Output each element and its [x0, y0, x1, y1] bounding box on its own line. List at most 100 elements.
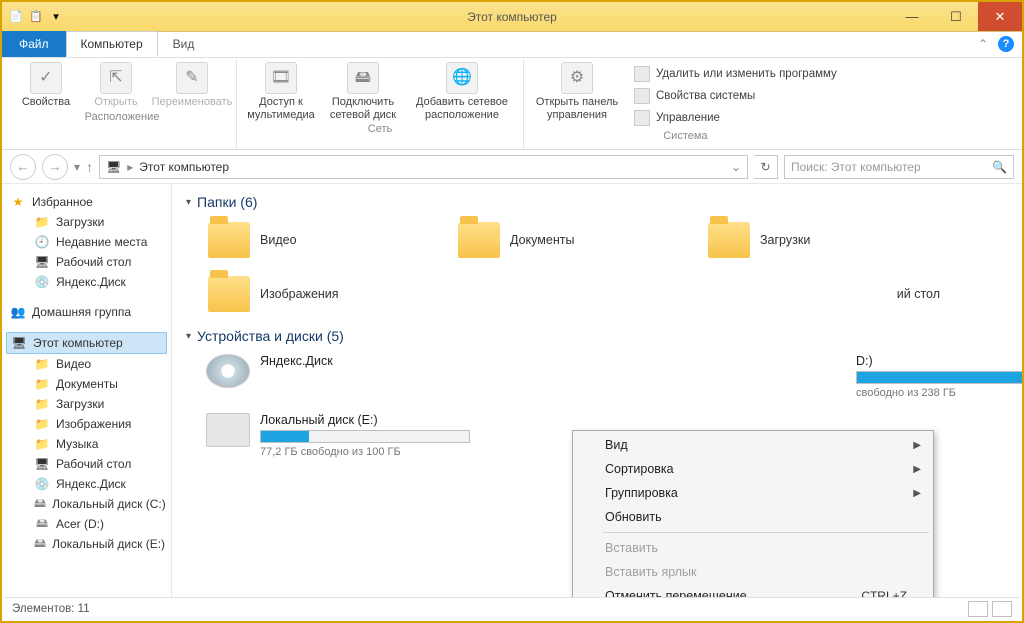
folder-video[interactable]: Видео — [204, 216, 444, 264]
folder-icon: 📁 — [34, 376, 50, 392]
context-menu: Вид▶ Сортировка▶ Группировка▶ Обновить В… — [572, 430, 934, 597]
desktop-icon: 🖥 — [34, 254, 50, 270]
drive-d-partial[interactable]: D:) свободно из 238 ГБ — [804, 350, 1022, 403]
tab-computer[interactable]: Компьютер — [66, 31, 158, 57]
rename-button[interactable]: ✎Переименовать — [154, 62, 230, 109]
folders-grid: Видео Документы Загрузки Изображения ий … — [204, 216, 1008, 318]
nav-local-e[interactable]: 🖴Локальный диск (E:) — [6, 534, 167, 554]
breadcrumb-root[interactable]: Этот компьютер — [139, 160, 229, 174]
chevron-right-icon: ▶ — [913, 440, 921, 451]
drive-yandex-disk[interactable]: Яндекс.Диск — [204, 350, 484, 403]
disk-icon: 💿 — [34, 274, 50, 290]
ctx-paste[interactable]: Вставить — [575, 536, 931, 560]
folder-documents[interactable]: Документы — [454, 216, 694, 264]
chevron-right-icon: ▸ — [127, 160, 133, 174]
minimize-button[interactable]: — — [890, 2, 934, 31]
content-pane[interactable]: ▾ Папки (6) Видео Документы Загрузки Изо… — [172, 184, 1022, 597]
group-label-location: Расположение — [85, 109, 160, 127]
folder-desktop-partial[interactable]: ий стол — [704, 270, 944, 318]
tiles-view-button[interactable] — [992, 601, 1012, 617]
folder-icon: 📁 — [34, 416, 50, 432]
maximize-button[interactable]: ☐ — [934, 2, 978, 31]
drives-section-header[interactable]: ▾ Устройства и диски (5) — [186, 328, 1008, 344]
nav-music[interactable]: 📁Музыка — [6, 434, 167, 454]
shortcut-label: CTRL+Z — [861, 589, 907, 597]
ctx-paste-shortcut[interactable]: Вставить ярлык — [575, 560, 931, 584]
ctx-view[interactable]: Вид▶ — [575, 433, 931, 457]
search-box[interactable]: Поиск: Этот компьютер 🔍 — [784, 155, 1014, 179]
folder-icon: 📁 — [34, 436, 50, 452]
nav-documents[interactable]: 📁Документы — [6, 374, 167, 394]
nav-yandex-disk[interactable]: 💿Яндекс.Диск — [6, 272, 167, 292]
nav-local-c[interactable]: 🖴Локальный диск (C:) — [6, 494, 167, 514]
nav-back-button[interactable]: ← — [10, 154, 36, 180]
ctx-separator — [603, 532, 929, 533]
add-network-location-button[interactable]: 🌐Добавить сетевое расположение — [407, 62, 517, 121]
ctx-sort[interactable]: Сортировка▶ — [575, 457, 931, 481]
navigation-pane: ★Избранное 📁Загрузки 🕘Недавние места 🖥Ра… — [2, 184, 172, 597]
item-count: Элементов: 11 — [12, 603, 90, 615]
folder-pictures[interactable]: Изображения — [204, 270, 444, 318]
nav-desktop-2[interactable]: 🖥Рабочий стол — [6, 454, 167, 474]
address-bar[interactable]: 🖥 ▸ Этот компьютер ⌄ — [99, 155, 748, 179]
status-bar: Элементов: 11 — [4, 597, 1020, 619]
nav-forward-button[interactable]: → — [42, 154, 68, 180]
qat-dropdown-icon[interactable]: ▾ — [48, 9, 64, 25]
quick-access-toolbar: 📄 📋 ▾ — [2, 9, 64, 25]
help-icon[interactable]: ? — [998, 36, 1014, 52]
uninstall-program-link[interactable]: Удалить или изменить программу — [630, 64, 841, 84]
properties-button[interactable]: ✓Свойства — [14, 62, 78, 109]
gear-icon — [634, 88, 650, 104]
folder-downloads[interactable]: Загрузки — [704, 216, 944, 264]
nav-downloads[interactable]: 📁Загрузки — [6, 212, 167, 232]
open-control-panel-button[interactable]: ⚙Открыть панель управления — [530, 62, 624, 121]
close-button[interactable]: ✕ — [978, 2, 1022, 31]
details-view-button[interactable] — [968, 601, 988, 617]
drive-local-e[interactable]: Локальный диск (E:) 77,2 ГБ свободно из … — [204, 409, 484, 462]
minimize-ribbon-icon[interactable]: ⌃ — [978, 37, 988, 51]
ctx-undo-move[interactable]: Отменить перемещениеCTRL+Z — [575, 584, 931, 597]
disk-icon: 💿 — [34, 476, 50, 492]
nav-recent[interactable]: 🕘Недавние места — [6, 232, 167, 252]
chevron-right-icon: ▶ — [913, 488, 921, 499]
system-properties-link[interactable]: Свойства системы — [630, 86, 841, 106]
recent-locations-icon[interactable]: ▾ — [74, 160, 80, 174]
media-access-button[interactable]: 🎞Доступ к мультимедиа — [243, 62, 319, 121]
nav-homegroup[interactable]: 👥Домашняя группа — [6, 302, 167, 322]
nav-yandex-disk-2[interactable]: 💿Яндекс.Диск — [6, 474, 167, 494]
ribbon-group-system: ⚙Открыть панель управления Удалить или и… — [524, 60, 847, 149]
open-button[interactable]: ⇱Открыть — [84, 62, 148, 109]
nav-this-pc[interactable]: 🖥Этот компьютер — [6, 332, 167, 354]
tab-file[interactable]: Файл — [2, 31, 66, 57]
folder-icon — [208, 276, 250, 312]
qat-icon-1[interactable]: 📄 — [8, 9, 24, 25]
nav-downloads-2[interactable]: 📁Загрузки — [6, 394, 167, 414]
address-dropdown-icon[interactable]: ⌄ — [731, 160, 741, 174]
chevron-right-icon: ▶ — [913, 464, 921, 475]
address-row: ← → ▾ ↑ 🖥 ▸ Этот компьютер ⌄ ↻ Поиск: Эт… — [2, 150, 1022, 184]
view-switcher — [968, 601, 1012, 617]
ribbon-group-network: 🎞Доступ к мультимедиа 🖴Подключить сетево… — [237, 60, 524, 149]
nav-video[interactable]: 📁Видео — [6, 354, 167, 374]
nav-acer-d[interactable]: 🖴Acer (D:) — [6, 514, 167, 534]
nav-pictures[interactable]: 📁Изображения — [6, 414, 167, 434]
nav-favorites[interactable]: ★Избранное — [6, 192, 167, 212]
refresh-button[interactable]: ↻ — [754, 155, 778, 179]
nav-desktop[interactable]: 🖥Рабочий стол — [6, 252, 167, 272]
search-icon: 🔍 — [992, 160, 1007, 174]
folder-icon — [458, 222, 500, 258]
folder-icon — [208, 222, 250, 258]
disc-icon — [206, 354, 250, 388]
tab-view[interactable]: Вид — [158, 31, 210, 57]
hammer-icon — [634, 110, 650, 126]
map-drive-button[interactable]: 🖴Подключить сетевой диск — [325, 62, 401, 121]
folders-section-header[interactable]: ▾ Папки (6) — [186, 194, 1008, 210]
drive-icon: 🖴 — [34, 496, 46, 512]
search-placeholder: Поиск: Этот компьютер — [791, 160, 921, 174]
chevron-down-icon: ▾ — [186, 197, 191, 208]
qat-icon-2[interactable]: 📋 — [28, 9, 44, 25]
ctx-refresh[interactable]: Обновить — [575, 505, 931, 529]
nav-up-button[interactable]: ↑ — [86, 159, 93, 175]
manage-link[interactable]: Управление — [630, 108, 841, 128]
ctx-group[interactable]: Группировка▶ — [575, 481, 931, 505]
